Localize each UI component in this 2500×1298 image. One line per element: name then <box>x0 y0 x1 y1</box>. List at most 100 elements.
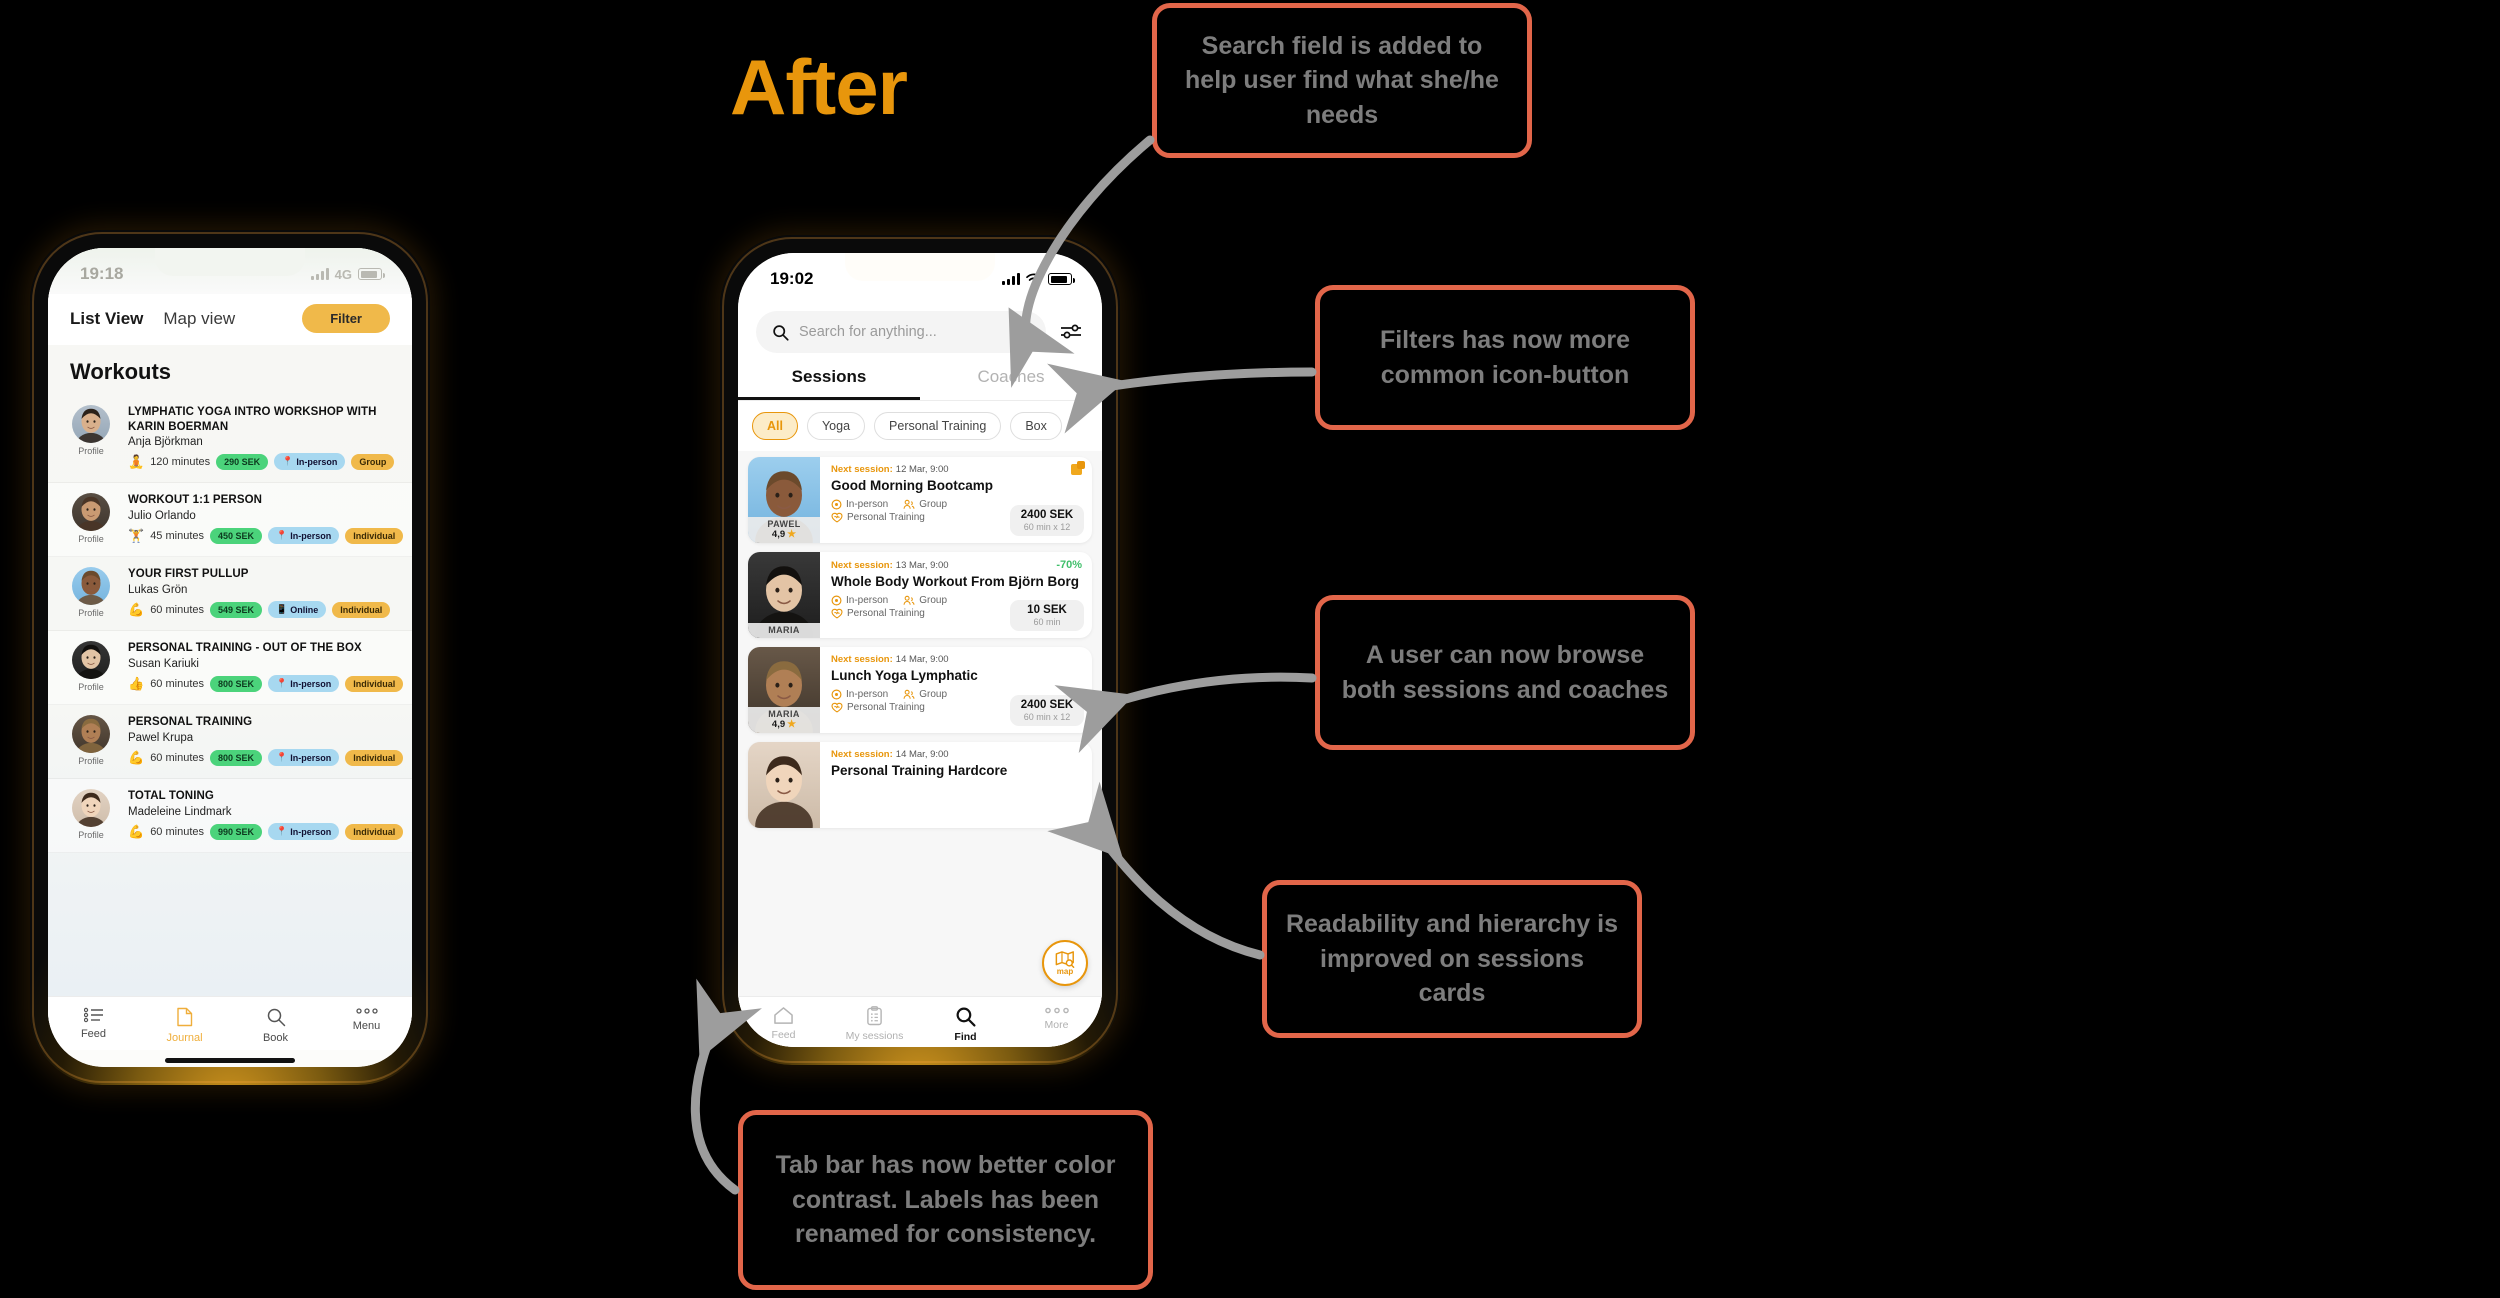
category-chip-all[interactable]: All <box>752 412 798 440</box>
tab-label: Feed <box>80 1028 107 1040</box>
session-card[interactable]: Next session: 14 Mar, 9:00 Personal Traini… <box>748 742 1092 828</box>
workout-coach: Julio Orlando <box>128 510 196 523</box>
tab-feed[interactable]: Feed <box>738 1006 829 1043</box>
tab-journal[interactable]: Journal <box>139 1007 230 1044</box>
price-amount: 2400 SEK <box>1020 699 1074 711</box>
workout-list-item[interactable]: Profile LYMPHATIC YOGA INTRO WORKSHOP WIT… <box>48 395 412 484</box>
session-card[interactable]: MARIA 4,9 ★ Next session: 14 Mar, 9:00 Lunch … <box>748 647 1092 733</box>
search-input[interactable]: Search for anything... <box>756 311 1046 353</box>
callout-search: Search field is added to help user find … <box>1152 3 1532 158</box>
mode-badge: 📍 In-person <box>268 823 340 841</box>
tab-feed[interactable]: Feed <box>48 1007 139 1044</box>
next-session-line: Next session: 12 Mar, 9:00 <box>831 461 1085 475</box>
workout-list-item[interactable]: Profile PERSONAL TRAINING - OUT OF THE BO… <box>48 631 412 706</box>
avatar <box>72 715 110 754</box>
battery-icon <box>358 268 385 280</box>
coach-photo: MARIA 4,9 ★ <box>748 647 820 733</box>
map-fab-button[interactable]: map <box>1042 940 1088 986</box>
list-icon <box>83 1007 103 1023</box>
workout-duration: 45 minutes <box>150 529 204 542</box>
filter-button[interactable]: Filter <box>302 304 390 333</box>
workout-coach: Anja Björkman <box>128 436 203 449</box>
yoga-icon: 🧘 <box>128 454 145 470</box>
price-detail: 60 min x 12 <box>1023 712 1071 722</box>
tab-my-sessions[interactable]: My sessions <box>829 1006 920 1043</box>
callout-readability: Readability and hierarchy is improved on… <box>1262 880 1642 1038</box>
next-session-line: Next session: 14 Mar, 9:00 <box>831 749 1082 760</box>
workout-duration: 60 minutes <box>150 603 204 616</box>
workout-coach: Susan Kariuki <box>128 658 199 671</box>
session-title: Personal Training Hardcore <box>831 763 1008 778</box>
coach-name: PAWEL <box>767 519 801 529</box>
avatar-block: Profile <box>66 567 116 618</box>
heart-pulse-icon <box>831 608 843 619</box>
tab-list-view[interactable]: List View <box>70 309 143 329</box>
mode-badge: 📍 In-person <box>268 527 340 545</box>
price-detail: 60 min x 12 <box>1023 522 1071 532</box>
workout-meta: 👍 60 minutes 800 SEK 📍 In-person Individual <box>128 675 404 693</box>
tab-book[interactable]: Book <box>230 1007 321 1044</box>
pin-icon: 📍 <box>276 530 288 541</box>
type-badge: Individual <box>345 527 404 544</box>
coach-rating: 4,9 ★ <box>771 529 797 540</box>
workout-info: PERSONAL TRAINING - OUT OF THE BOX Susan … <box>128 641 404 693</box>
tab-map-view[interactable]: Map view <box>163 309 235 329</box>
avatar-block: Profile <box>66 641 116 692</box>
session-card[interactable]: MARIA Next session: 13 Mar, 9:00 -70% Whole … <box>748 552 1092 638</box>
attr-type: Personal Training <box>847 702 925 714</box>
session-body: Next session: 13 Mar, 9:00 -70% Whole Body … <box>820 552 1092 638</box>
notch <box>845 253 995 281</box>
avatar-block: Profile <box>66 493 116 544</box>
mode-badge: 📍 In-person <box>268 675 340 693</box>
coach-name: MARIA <box>768 625 800 635</box>
search-icon <box>956 1007 976 1027</box>
tab-menu[interactable]: Menu <box>321 1007 412 1044</box>
workout-info: WORKOUT 1:1 PERSON Julio Orlando 🏋 45 minut… <box>128 493 404 545</box>
workout-list-item[interactable]: Profile WORKOUT 1:1 PERSON Julio Orlando 🏋 4… <box>48 483 412 558</box>
thumb-icon: 👍 <box>128 676 145 692</box>
attr-group: Group <box>919 689 948 701</box>
tab-find[interactable]: Find <box>920 1006 1011 1043</box>
biceps-icon: 💪 <box>128 824 145 840</box>
filter-icon-button[interactable] <box>1058 322 1084 342</box>
workout-info: LYMPHATIC YOGA INTRO WORKSHOP WITH KARIN… <box>128 405 395 471</box>
ellipsis-icon <box>1044 1007 1069 1014</box>
tab-coaches[interactable]: Coaches <box>920 367 1102 400</box>
attr-type: Personal Training <box>847 512 925 524</box>
workout-list-item[interactable]: Profile PERSONAL TRAINING Pawel Krupa 💪 60 m… <box>48 705 412 780</box>
before-tab-bar: Feed Journal Book Menu <box>48 996 412 1050</box>
avatar-block: Profile <box>66 405 116 470</box>
next-session-value: 13 Mar, 9:00 <box>895 559 949 571</box>
type-badge: Individual <box>345 675 404 692</box>
wifi-icon <box>1026 272 1042 285</box>
location-icon <box>831 499 842 510</box>
session-card[interactable]: PAWEL 4,9 ★ Next session: 12 Mar, 9:00 Good M… <box>748 457 1092 543</box>
type-badge: Individual <box>345 749 404 766</box>
callout-text: Tab bar has now better color contrast. L… <box>775 1151 1116 1249</box>
phone-icon: 📱 <box>276 604 288 615</box>
workout-meta: 💪 60 minutes 800 SEK 📍 In-person Individual <box>128 749 404 767</box>
avatar <box>72 789 110 828</box>
category-chip-yoga[interactable]: Yoga <box>806 412 866 440</box>
avatar-label: Profile <box>78 756 104 767</box>
tab-sessions[interactable]: Sessions <box>738 367 920 400</box>
heart-pulse-icon <box>831 702 843 713</box>
coach-photo: MARIA <box>748 552 820 638</box>
category-chip-box[interactable]: Box <box>1010 412 1062 440</box>
status-time: 19:02 <box>770 269 814 288</box>
session-body: Next session: 12 Mar, 9:00 Good Morning Bo… <box>820 457 1092 543</box>
session-body: Next session: 14 Mar, 9:00 Personal Traini… <box>820 742 1092 828</box>
arrow-tabbar <box>690 978 762 1195</box>
location-icon <box>831 689 842 700</box>
screenshot-stage: After 19:18 4G List View Map view Filter <box>0 0 2500 1298</box>
avatar-block: Profile <box>66 715 116 766</box>
before-toolbar: List View Map view Filter <box>48 294 412 345</box>
workout-list-item[interactable]: Profile YOUR FIRST PULLUP Lukas Grön 💪 60 mi… <box>48 557 412 632</box>
price-amount: 2400 SEK <box>1020 509 1074 521</box>
tab-more[interactable]: More <box>1011 1006 1102 1043</box>
category-chip-personal-training[interactable]: Personal Training <box>874 412 1002 440</box>
workout-list-item[interactable]: Profile TOTAL TONING Madeleine Lindmark 💪 60… <box>48 779 412 854</box>
type-badge: Individual <box>332 601 391 618</box>
notch <box>155 248 305 276</box>
kettlebell-icon: 🏋 <box>128 528 145 544</box>
